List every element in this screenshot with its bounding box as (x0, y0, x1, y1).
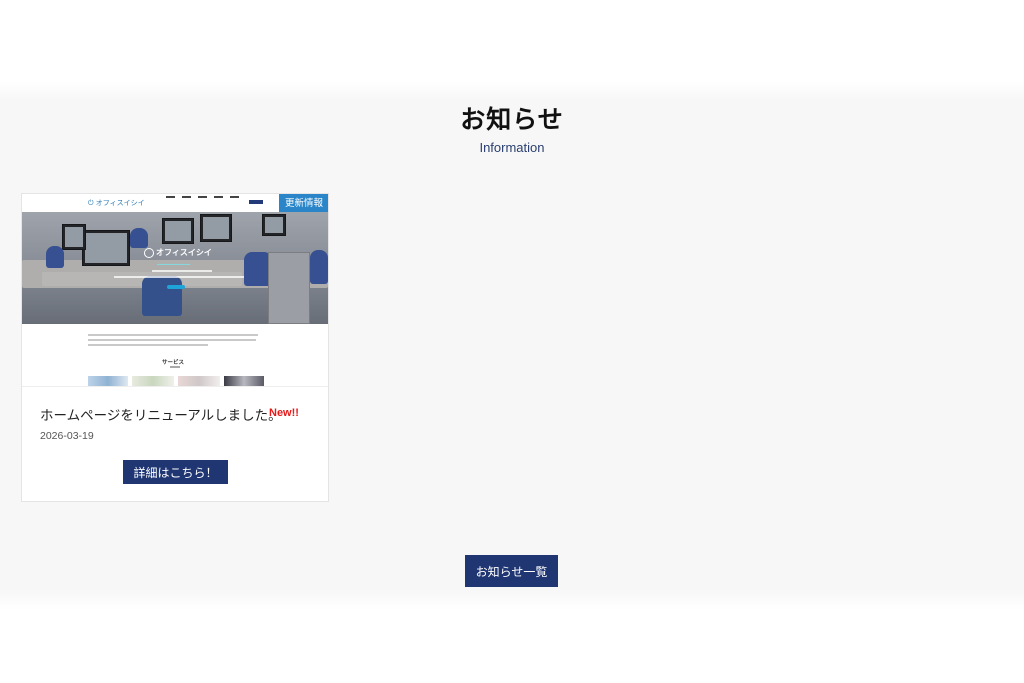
news-title[interactable]: ホームページをリニューアルしました。 (40, 404, 282, 424)
news-date: 2026-03-19 (40, 430, 94, 442)
thumbnail-section-heading: サービス (162, 360, 185, 366)
news-thumbnail[interactable]: ⏻ オフィスイシイ 更新情報 オフィスイシイ ━━━━━━━━━━━ サービス (22, 194, 328, 387)
thumbnail-hero-logo: オフィスイシイ (144, 247, 212, 258)
news-card: ⏻ オフィスイシイ 更新情報 オフィスイシイ ━━━━━━━━━━━ サービス … (21, 193, 329, 502)
thumbnail-hero-button (167, 285, 185, 289)
news-list-button[interactable]: お知らせ一覧 (465, 555, 558, 587)
update-badge: 更新情報 (279, 194, 328, 214)
thumbnail-contact-button (249, 200, 263, 204)
section-title: お知らせ (460, 105, 564, 134)
new-label: New!! (269, 407, 299, 419)
thumbnail-site-nav (166, 196, 239, 210)
detail-button[interactable]: 詳細はこちら！ (123, 460, 228, 484)
thumbnail-site-logo: ⏻ オフィスイシイ (88, 199, 145, 207)
thumbnail-hero-catch: ━━━━━━━━━━━ (157, 262, 191, 268)
section-subtitle: Information (479, 140, 545, 155)
thumbnail-hero-image: オフィスイシイ ━━━━━━━━━━━ (22, 212, 328, 324)
